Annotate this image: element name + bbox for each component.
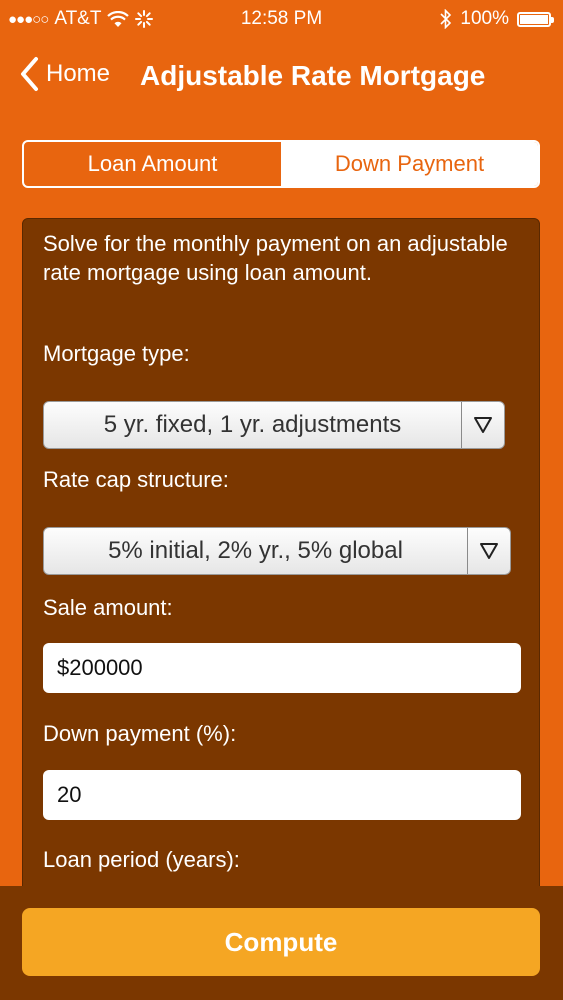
mortgage-type-select[interactable]: 5 yr. fixed, 1 yr. adjustments — [43, 401, 505, 449]
down-payment-input[interactable]: 20 — [43, 770, 521, 820]
page-title: Adjustable Rate Mortgage — [140, 60, 486, 91]
mortgage-type-value: 5 yr. fixed, 1 yr. adjustments — [103, 411, 402, 438]
sale-amount-label: Sale amount: — [43, 595, 173, 620]
loan-period-label: Loan period (years): — [43, 847, 240, 872]
status-bar: ●●●○○ AT&T 12:58 PM 100% — [0, 0, 563, 38]
status-right: 100% — [440, 8, 554, 30]
compute-button[interactable]: Compute — [22, 908, 540, 976]
mortgage-type-label: Mortgage type: — [43, 341, 190, 366]
rate-cap-dropdown-button[interactable] — [467, 528, 510, 574]
sale-amount-input[interactable]: $200000 — [43, 643, 521, 693]
triangle-down-icon — [474, 417, 492, 433]
down-payment-label: Down payment (%): — [43, 721, 237, 746]
rate-cap-label: Rate cap structure: — [43, 467, 229, 492]
back-button[interactable]: Home — [18, 56, 110, 92]
navigation-bar: Home Adjustable Rate Mortgage — [0, 52, 563, 102]
segment-loan-amount[interactable]: Loan Amount — [24, 142, 281, 186]
form-description: Solve for the monthly payment on an adju… — [43, 231, 508, 285]
rate-cap-select[interactable]: 5% initial, 2% yr., 5% global — [43, 527, 511, 575]
bluetooth-icon — [440, 9, 452, 29]
triangle-down-icon — [480, 543, 498, 559]
battery-icon — [517, 11, 554, 27]
back-label: Home — [46, 60, 111, 87]
rate-cap-value: 5% initial, 2% yr., 5% global — [108, 537, 403, 564]
mortgage-type-dropdown-button[interactable] — [461, 402, 504, 448]
form-panel: Solve for the monthly payment on an adju… — [22, 218, 540, 918]
segment-down-payment[interactable]: Down Payment — [281, 142, 538, 186]
calculation-mode-segmented-control: Loan Amount Down Payment — [22, 140, 540, 188]
chevron-left-icon — [21, 57, 38, 91]
battery-percent: 100% — [460, 8, 509, 29]
